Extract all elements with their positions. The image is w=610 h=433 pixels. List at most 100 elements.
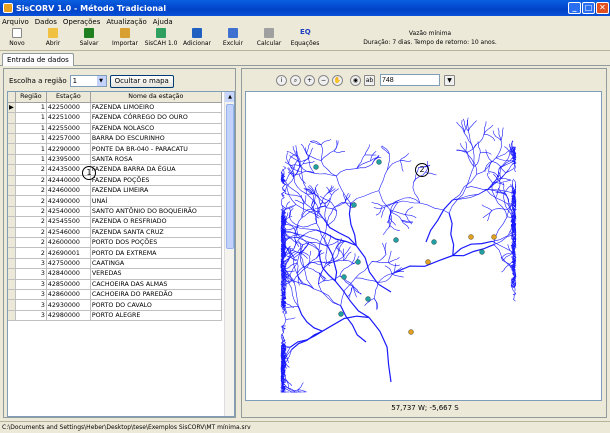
table-row[interactable]: 2 42545500 FAZENDA O RESFRIADO bbox=[8, 216, 222, 228]
station-marker[interactable] bbox=[338, 311, 344, 317]
station-marker[interactable] bbox=[425, 259, 431, 265]
cell-regiao[interactable]: 1 bbox=[15, 143, 47, 155]
row-indicator[interactable] bbox=[8, 133, 16, 145]
menu-ajuda[interactable]: Ajuda bbox=[153, 18, 173, 26]
table-row[interactable]: 2 42600000 PORTO DOS POÇÕES bbox=[8, 237, 222, 249]
cell-regiao[interactable]: 2 bbox=[15, 206, 47, 218]
table-row[interactable]: 3 42980000 PORTO ALEGRE bbox=[8, 310, 222, 322]
hide-map-button[interactable]: Ocultar o mapa bbox=[109, 74, 174, 88]
cell-nome[interactable]: VEREDAS bbox=[90, 268, 222, 280]
row-indicator[interactable] bbox=[8, 227, 16, 238]
table-row[interactable]: 2 42440000 FAZENDA POÇÕES bbox=[8, 175, 222, 187]
cell-regiao[interactable]: 2 bbox=[15, 175, 47, 187]
cell-regiao[interactable]: 3 bbox=[15, 289, 47, 301]
station-marker[interactable] bbox=[351, 202, 357, 208]
cell-estacao[interactable]: 42490000 bbox=[46, 195, 91, 207]
table-row[interactable]: 2 42690001 PORTO DA EXTREMA bbox=[8, 247, 222, 259]
row-indicator[interactable] bbox=[8, 185, 16, 197]
table-row[interactable]: 3 42850000 CACHOEIRA DAS ALMAS bbox=[8, 279, 222, 290]
table-row[interactable]: 3 42930000 PORTO DO CAVALO bbox=[8, 299, 222, 311]
station-marker[interactable] bbox=[365, 296, 371, 302]
table-row[interactable]: 2 42490000 UNAÍ bbox=[8, 195, 222, 207]
cell-regiao[interactable]: 1 bbox=[15, 154, 47, 166]
cell-estacao[interactable]: 42250000 bbox=[46, 102, 91, 114]
table-row[interactable]: 1 42257000 BARRA DO ESCURINHO bbox=[8, 133, 222, 145]
menu-atualizacao[interactable]: Atualização bbox=[106, 18, 146, 26]
cell-nome[interactable]: FAZENDA LIMEIRA bbox=[90, 185, 222, 197]
cell-regiao[interactable]: 3 bbox=[15, 310, 47, 322]
cell-regiao[interactable]: 1 bbox=[15, 123, 47, 135]
table-row[interactable]: 3 42840000 VEREDAS bbox=[8, 268, 222, 280]
importar-button[interactable]: Importar bbox=[108, 28, 142, 47]
grid-scrollbar[interactable]: ▲ bbox=[224, 92, 234, 416]
table-row[interactable]: 1 42255000 FAZENDA NOLASCO bbox=[8, 123, 222, 135]
cell-regiao[interactable]: 2 bbox=[15, 195, 47, 207]
salvar-button[interactable]: Salvar bbox=[72, 28, 106, 47]
menu-dados[interactable]: Dados bbox=[35, 18, 57, 26]
station-marker[interactable] bbox=[313, 164, 319, 170]
minimize-button[interactable]: _ bbox=[568, 2, 581, 14]
cell-regiao[interactable]: 3 bbox=[15, 268, 47, 280]
zoom-icon[interactable]: ⌕ bbox=[290, 74, 301, 86]
row-indicator[interactable] bbox=[8, 237, 16, 249]
row-indicator[interactable] bbox=[8, 195, 16, 207]
cell-nome[interactable]: SANTA ROSA bbox=[90, 154, 222, 166]
scroll-thumb[interactable] bbox=[226, 104, 234, 249]
table-row[interactable]: ▶ 1 42250000 FAZENDA LIMOEIRO bbox=[8, 102, 222, 114]
station-marker[interactable] bbox=[479, 249, 485, 255]
row-indicator[interactable] bbox=[8, 279, 16, 290]
cell-nome[interactable]: PONTE DA BR-040 - PARACATU bbox=[90, 143, 222, 155]
cell-regiao[interactable]: 3 bbox=[15, 279, 47, 290]
cell-estacao[interactable]: 42600000 bbox=[46, 237, 91, 249]
equacoes-button[interactable]: EQ Equações bbox=[288, 28, 322, 47]
zoom-out-icon[interactable]: − bbox=[318, 74, 329, 86]
globe-icon[interactable]: ◉ bbox=[350, 74, 361, 86]
cell-estacao[interactable]: 42257000 bbox=[46, 133, 91, 145]
cell-regiao[interactable]: 2 bbox=[15, 164, 47, 176]
row-indicator[interactable] bbox=[8, 154, 16, 166]
row-indicator[interactable] bbox=[8, 289, 16, 301]
cell-estacao[interactable]: 42930000 bbox=[46, 299, 91, 311]
excluir-button[interactable]: Excluir bbox=[216, 28, 250, 47]
cell-estacao[interactable]: 42750000 bbox=[46, 258, 91, 270]
cell-estacao[interactable]: 42546000 bbox=[46, 227, 91, 238]
table-row[interactable]: 2 42460000 FAZENDA LIMEIRA bbox=[8, 185, 222, 197]
pan-icon[interactable]: ✋ bbox=[332, 74, 343, 86]
table-row[interactable]: 3 42750000 CAATINGA bbox=[8, 258, 222, 270]
cell-estacao[interactable]: 42540000 bbox=[46, 206, 91, 218]
cell-nome[interactable]: PORTO DO CAVALO bbox=[90, 299, 222, 311]
menu-arquivo[interactable]: Arquivo bbox=[2, 18, 29, 26]
cell-estacao[interactable]: 42255000 bbox=[46, 123, 91, 135]
cell-nome[interactable]: FAZENDA NOLASCO bbox=[90, 123, 222, 135]
cell-nome[interactable]: FAZENDA O RESFRIADO bbox=[90, 216, 222, 228]
cell-regiao[interactable]: 2 bbox=[15, 237, 47, 249]
row-indicator[interactable] bbox=[8, 123, 16, 135]
filter-icon[interactable]: ▼ bbox=[444, 74, 455, 86]
cell-nome[interactable]: PORTO ALEGRE bbox=[90, 310, 222, 322]
menu-operacoes[interactable]: Operações bbox=[63, 18, 101, 26]
station-marker[interactable] bbox=[355, 259, 361, 265]
cell-regiao[interactable]: 3 bbox=[15, 299, 47, 311]
region-select[interactable]: 1 ▼ bbox=[69, 75, 107, 87]
cell-estacao[interactable]: 42251000 bbox=[46, 112, 91, 124]
cell-nome[interactable]: BARRA DO ESCURINHO bbox=[90, 133, 222, 145]
cell-estacao[interactable]: 42395000 bbox=[46, 154, 91, 166]
cell-nome[interactable]: CACHOEIRA DAS ALMAS bbox=[90, 279, 222, 290]
cell-nome[interactable]: CACHOEIRA DO PAREDÃO bbox=[90, 289, 222, 301]
row-indicator[interactable] bbox=[8, 206, 16, 218]
col-regiao[interactable]: Região bbox=[15, 92, 47, 103]
cell-nome[interactable]: FAZENDA POÇÕES bbox=[90, 175, 222, 187]
row-indicator[interactable] bbox=[8, 310, 16, 322]
station-marker[interactable] bbox=[491, 234, 497, 240]
cell-regiao[interactable]: 1 bbox=[15, 133, 47, 145]
cell-estacao[interactable]: 42850000 bbox=[46, 279, 91, 290]
table-row[interactable]: 3 42860000 CACHOEIRA DO PAREDÃO bbox=[8, 289, 222, 301]
calcular-button[interactable]: Calcular bbox=[252, 28, 286, 47]
station-marker[interactable] bbox=[393, 237, 399, 243]
cell-nome[interactable]: SANTO ANTÔNIO DO BOQUEIRÃO bbox=[90, 206, 222, 218]
map-search-input[interactable] bbox=[380, 74, 440, 86]
cell-estacao[interactable]: 42840000 bbox=[46, 268, 91, 280]
cell-nome[interactable]: FAZENDA SANTA CRUZ bbox=[90, 227, 222, 238]
novo-button[interactable]: Novo bbox=[0, 28, 34, 47]
cell-regiao[interactable]: 1 bbox=[15, 102, 47, 114]
